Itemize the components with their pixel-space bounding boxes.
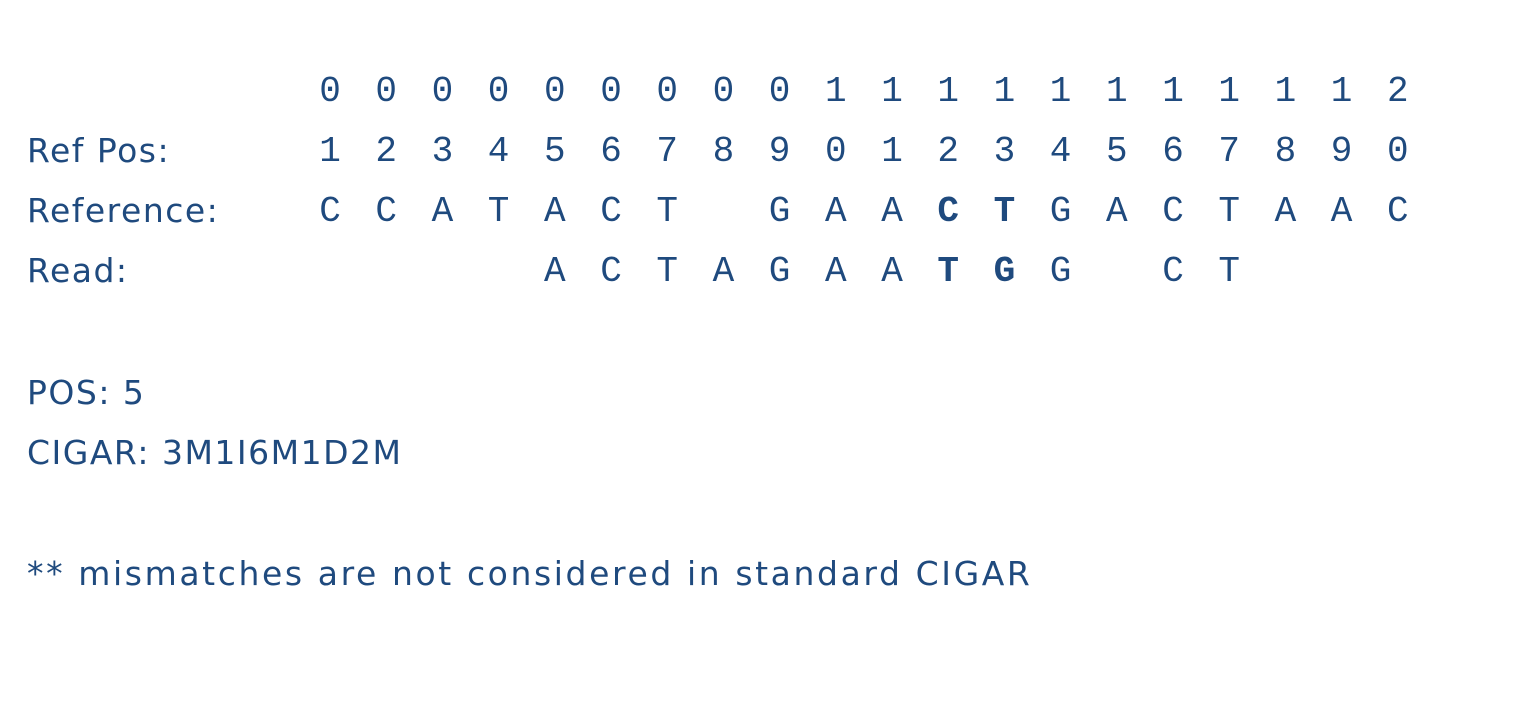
read-label: Read: bbox=[27, 251, 129, 290]
tens-cell-3: 0 bbox=[431, 71, 454, 112]
reference-cell-3: A bbox=[431, 191, 454, 232]
read-cell-5: A bbox=[543, 251, 566, 292]
reference-cell-10: A bbox=[824, 191, 847, 232]
mismatch-note: ** mismatches are not considered in stan… bbox=[27, 554, 1033, 593]
ref-pos-cell-5: 5 bbox=[543, 131, 566, 172]
reference-cell-16: C bbox=[1162, 191, 1184, 232]
ref-pos-cell-17: 7 bbox=[1218, 131, 1240, 172]
reference-cell-5: A bbox=[543, 191, 566, 232]
tens-cell-9: 0 bbox=[768, 71, 791, 112]
ref-pos-cell-12: 2 bbox=[937, 131, 959, 172]
tens-cell-11: 1 bbox=[881, 71, 903, 112]
read-cell-9: G bbox=[768, 251, 791, 292]
cigar-text: CIGAR: 3M1I6M1D2M bbox=[27, 433, 403, 472]
read-cell-16: C bbox=[1162, 251, 1184, 292]
ref-pos-cell-3: 3 bbox=[431, 131, 454, 172]
ref-pos-cell-6: 6 bbox=[600, 131, 622, 172]
tens-cell-14: 1 bbox=[1049, 71, 1072, 112]
reference-cell-4: T bbox=[487, 191, 510, 232]
ref-pos-cell-1: 1 bbox=[319, 131, 341, 172]
reference-cell-9: G bbox=[768, 191, 791, 232]
ref-pos-cell-2: 2 bbox=[375, 131, 397, 172]
reference-cell-15: A bbox=[1105, 191, 1128, 232]
ref-pos-cell-13: 3 bbox=[993, 131, 1016, 172]
tens-cell-7: 0 bbox=[656, 71, 678, 112]
ref-pos-cell-8: 8 bbox=[712, 131, 735, 172]
ref-pos-cell-4: 4 bbox=[487, 131, 510, 172]
ref-pos-cell-16: 6 bbox=[1162, 131, 1184, 172]
reference-cell-12: C bbox=[937, 191, 959, 232]
ref-pos-cell-18: 8 bbox=[1274, 131, 1297, 172]
tens-cell-8: 0 bbox=[712, 71, 735, 112]
read-cell-6: C bbox=[600, 251, 622, 292]
reference-cell-18: A bbox=[1274, 191, 1297, 232]
reference-cell-13: T bbox=[993, 191, 1016, 232]
tens-cell-16: 1 bbox=[1162, 71, 1184, 112]
ref-pos-cell-11: 1 bbox=[881, 131, 903, 172]
tens-cell-18: 1 bbox=[1274, 71, 1297, 112]
reference-cell-19: A bbox=[1330, 191, 1353, 232]
tens-cell-13: 1 bbox=[993, 71, 1016, 112]
reference-cell-6: C bbox=[600, 191, 622, 232]
tens-cell-20: 2 bbox=[1386, 71, 1409, 112]
read-cell-8: A bbox=[712, 251, 735, 292]
tens-cell-10: 1 bbox=[824, 71, 847, 112]
read-cell-12: T bbox=[937, 251, 959, 292]
ref-pos-cell-14: 4 bbox=[1049, 131, 1072, 172]
tens-cell-4: 0 bbox=[487, 71, 510, 112]
reference-cell-17: T bbox=[1218, 191, 1240, 232]
reference-cell-20: C bbox=[1386, 191, 1409, 232]
read-cell-10: A bbox=[824, 251, 847, 292]
tens-cell-5: 0 bbox=[543, 71, 566, 112]
tens-cell-1: 0 bbox=[319, 71, 341, 112]
read-cell-14: G bbox=[1049, 251, 1072, 292]
ref-pos-cell-9: 9 bbox=[768, 131, 791, 172]
pos-text: POS: 5 bbox=[27, 373, 146, 412]
tens-cell-15: 1 bbox=[1105, 71, 1128, 112]
tens-cell-19: 1 bbox=[1330, 71, 1353, 112]
ref-pos-cell-7: 7 bbox=[656, 131, 678, 172]
reference-cell-2: C bbox=[375, 191, 397, 232]
ref-pos-cell-19: 9 bbox=[1330, 131, 1353, 172]
reference-cell-1: C bbox=[319, 191, 341, 232]
read-cell-11: A bbox=[881, 251, 903, 292]
tens-cell-17: 1 bbox=[1218, 71, 1240, 112]
tens-cell-6: 0 bbox=[600, 71, 622, 112]
ref-pos-label: Ref Pos: bbox=[27, 131, 171, 170]
read-cell-17: T bbox=[1218, 251, 1240, 292]
ref-pos-cell-10: 0 bbox=[824, 131, 847, 172]
tens-cell-12: 1 bbox=[937, 71, 959, 112]
read-cell-13: G bbox=[993, 251, 1016, 292]
reference-cell-7: T bbox=[656, 191, 678, 232]
read-cell-7: T bbox=[656, 251, 678, 292]
ref-pos-cell-20: 0 bbox=[1386, 131, 1409, 172]
reference-cell-14: G bbox=[1049, 191, 1072, 232]
reference-label: Reference: bbox=[27, 191, 220, 230]
tens-cell-2: 0 bbox=[375, 71, 397, 112]
ref-pos-cell-15: 5 bbox=[1105, 131, 1128, 172]
reference-cell-11: A bbox=[881, 191, 903, 232]
